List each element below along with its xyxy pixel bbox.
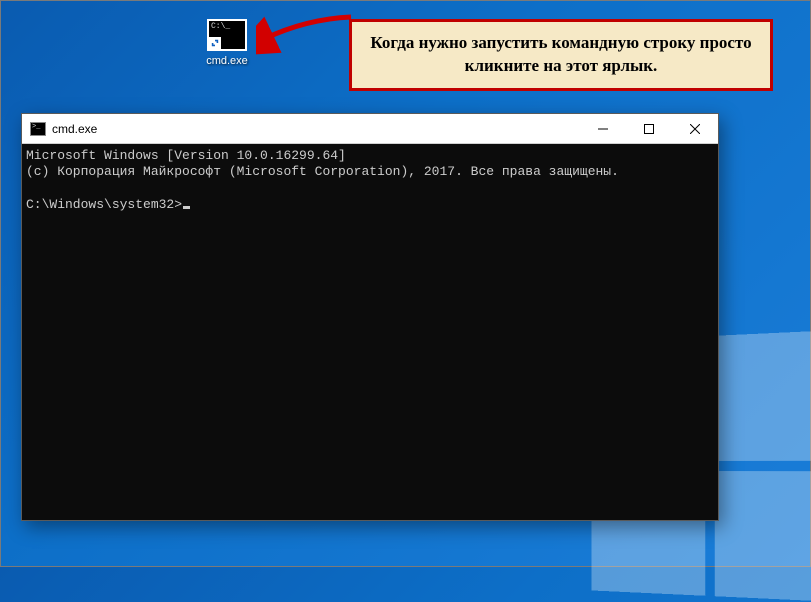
terminal-line: (с) Корпорация Майкрософт (Microsoft Cor… xyxy=(26,164,619,179)
terminal-output[interactable]: Microsoft Windows [Version 10.0.16299.64… xyxy=(22,144,718,520)
minimize-button[interactable] xyxy=(580,114,626,143)
desktop-shortcut-cmd[interactable]: cmd.exe xyxy=(201,19,253,67)
maximize-button[interactable] xyxy=(626,114,672,143)
maximize-icon xyxy=(644,124,654,134)
annotation-callout-text: Когда нужно запустить командную строку п… xyxy=(370,33,751,75)
window-title: cmd.exe xyxy=(52,122,580,136)
titlebar[interactable]: cmd.exe xyxy=(22,114,718,144)
terminal-prompt: C:\Windows\system32> xyxy=(26,197,182,212)
shortcut-arrow-icon xyxy=(209,37,221,49)
cmd-titlebar-icon xyxy=(30,122,46,136)
annotation-arrow-icon xyxy=(256,9,356,59)
annotation-callout: Когда нужно запустить командную строку п… xyxy=(349,19,773,91)
window-controls xyxy=(580,114,718,143)
terminal-line: Microsoft Windows [Version 10.0.16299.64… xyxy=(26,148,346,163)
cmd-icon xyxy=(207,19,247,51)
terminal-cursor xyxy=(183,206,190,209)
minimize-icon xyxy=(598,124,608,134)
close-icon xyxy=(690,124,700,134)
desktop-shortcut-label: cmd.exe xyxy=(201,55,253,67)
cmd-window: cmd.exe Microsoft Windows [Version 10.0.… xyxy=(21,113,719,521)
close-button[interactable] xyxy=(672,114,718,143)
